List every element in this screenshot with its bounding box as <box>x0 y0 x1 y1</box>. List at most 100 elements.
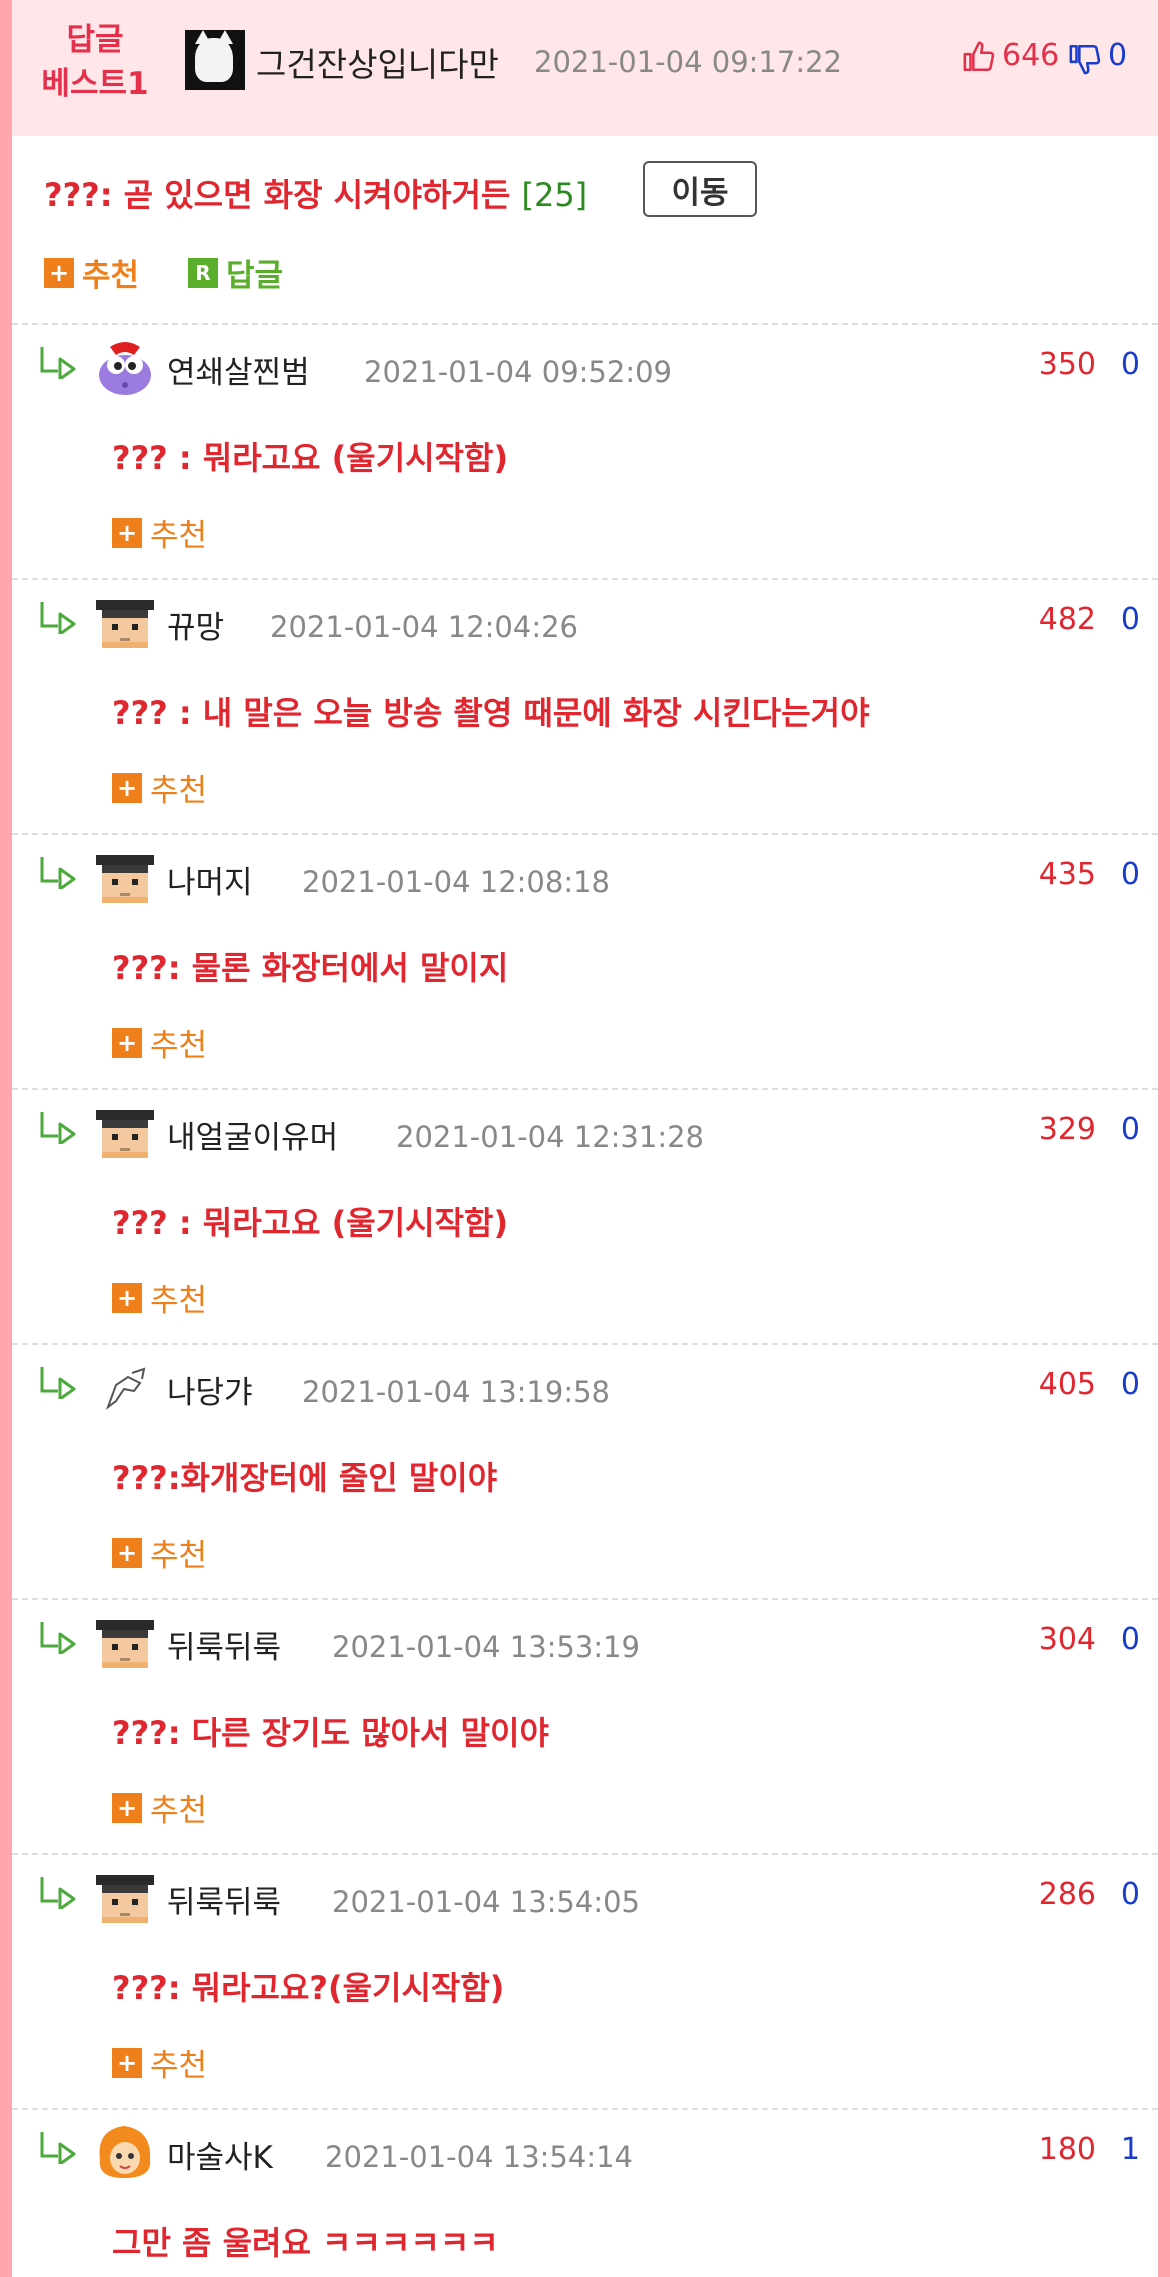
plus-icon: + <box>112 1792 142 1823</box>
comment-upvote-count: 329 <box>1038 1112 1096 1147</box>
cat-avatar[interactable] <box>185 30 245 90</box>
comment-downvote-count: 0 <box>1120 602 1140 637</box>
flame-hair-avatar[interactable] <box>94 2120 156 2182</box>
best-reply-header: 답글 베스트1 그건잔상입니다만 2021-01-04 09:17:22 646… <box>12 0 1158 136</box>
comment-text: ??? : 내 말은 오늘 방송 촬영 때문에 화장 시킨다는거야 <box>112 694 870 732</box>
comment-author[interactable]: 뒤룩뒤룩 <box>167 1877 281 1922</box>
upvote-count: 646 <box>1002 38 1060 73</box>
badge-line2: 베스트1 <box>41 66 149 102</box>
comment-item: 나머지 2021-01-04 12:08:18 435 0 ???: 물론 화장터에서 … <box>12 833 1158 1088</box>
graduate-avatar[interactable] <box>94 1610 156 1672</box>
reply-arrow-icon <box>40 347 76 379</box>
comment-downvote-count: 0 <box>1120 1622 1140 1657</box>
comment-text: ???:화개장터에 줄인 말이야 <box>112 1459 498 1497</box>
comment-upvote-count: 180 <box>1038 2132 1096 2167</box>
comment-item: 뒤룩뒤룩 2021-01-04 13:53:19 304 0 ???: 다른 장기도 많… <box>12 1598 1158 1853</box>
thumbs-down-icon[interactable] <box>1068 42 1102 76</box>
comment-date: 2021-01-04 13:54:14 <box>325 2140 633 2174</box>
comment-author[interactable]: 연쇄살찐범 <box>167 347 310 392</box>
plus-icon: + <box>112 1282 142 1313</box>
plus-icon: + <box>112 1537 142 1568</box>
plus-icon: + <box>112 517 142 548</box>
recommend-button[interactable]: + 추천 <box>44 250 139 295</box>
comment-downvote-count: 0 <box>1120 1877 1140 1912</box>
comment-recommend-button[interactable]: + 추천 <box>112 1275 207 1320</box>
comment-date: 2021-01-04 12:31:28 <box>396 1120 704 1154</box>
comment-item: 뀨망 2021-01-04 12:04:26 482 0 ??? : 내 말은 오늘 방… <box>12 578 1158 833</box>
reply-icon: R <box>188 257 218 288</box>
reply-arrow-icon <box>40 1877 76 1909</box>
purple-blob-avatar[interactable] <box>94 335 156 397</box>
comment-author[interactable]: 나머지 <box>167 857 253 902</box>
best-badge: 답글 베스트1 <box>40 18 150 106</box>
reply-arrow-icon <box>40 857 76 889</box>
reply-button[interactable]: R 답글 <box>188 250 283 295</box>
reply-arrow-icon <box>40 1367 76 1399</box>
comment-upvote-count: 482 <box>1038 602 1096 637</box>
author-name[interactable]: 그건잔상입니다만 <box>256 38 499 86</box>
comment-item: 뒤룩뒤룩 2021-01-04 13:54:05 286 0 ???: 뭐라고요?(울기… <box>12 1853 1158 2108</box>
comment-recommend-button[interactable]: + 추천 <box>112 1785 207 1830</box>
graduate-avatar[interactable] <box>94 590 156 652</box>
comment-date: 2021-01-04 13:54:05 <box>332 1885 640 1919</box>
plus-icon: + <box>44 257 74 288</box>
move-button[interactable]: 이동 <box>643 161 757 217</box>
comment-recommend-button[interactable]: + 추천 <box>112 510 207 555</box>
reply-arrow-icon <box>40 1112 76 1144</box>
recommend-label: 추천 <box>150 1538 208 1574</box>
comment-upvote-count: 286 <box>1038 1877 1096 1912</box>
graduate-avatar[interactable] <box>94 1100 156 1162</box>
graduate-avatar[interactable] <box>94 845 156 907</box>
reply-text: ???: 곧 있으면 화장 시켜야하거든 [25] <box>44 170 587 216</box>
comment-text: ???: 다른 장기도 많아서 말이야 <box>112 1714 549 1752</box>
comment-item: 연쇄살찐범 2021-01-04 09:52:09 350 0 ??? : 뭐라고요 (… <box>12 323 1158 578</box>
comment-downvote-count: 0 <box>1120 1112 1140 1147</box>
thumbs-up-icon[interactable] <box>962 40 996 74</box>
recommend-label: 추천 <box>150 773 208 809</box>
comment-recommend-button[interactable]: + 추천 <box>112 2040 207 2085</box>
recommend-label: 추천 <box>150 1283 208 1319</box>
comment-text: ??? : 뭐라고요 (울기시작함) <box>112 439 509 477</box>
reply-label: 답글 <box>226 258 284 294</box>
plus-icon: + <box>112 2047 142 2078</box>
recommend-label: 추천 <box>150 518 208 554</box>
comment-text: ???: 뭐라고요?(울기시작함) <box>112 1969 505 2007</box>
recommend-label: 추천 <box>150 1028 208 1064</box>
badge-line1: 답글 <box>66 22 124 58</box>
comment-downvote-count: 0 <box>1120 1367 1140 1402</box>
downvote-count: 0 <box>1108 38 1128 73</box>
plus-icon: + <box>112 772 142 803</box>
comment-date: 2021-01-04 13:53:19 <box>332 1630 640 1664</box>
plus-icon: + <box>112 1027 142 1058</box>
comment-recommend-button[interactable]: + 추천 <box>112 1530 207 1575</box>
comment-date: 2021-01-04 12:08:18 <box>302 865 610 899</box>
comment-text: ???: 물론 화장터에서 말이지 <box>112 949 509 987</box>
comment-author[interactable]: 뒤룩뒤룩 <box>167 1622 281 1667</box>
comment-item: 나당갸 2021-01-04 13:19:58 405 0 ???:화개장터에 줄인 말… <box>12 1343 1158 1598</box>
reply-text-body: ???: 곧 있으면 화장 시켜야하거든 <box>44 176 511 214</box>
comment-text: 그만 좀 울려요 ㅋㅋㅋㅋㅋㅋ <box>112 2224 499 2262</box>
comment-recommend-button[interactable]: + 추천 <box>112 1020 207 1065</box>
recommend-label: 추천 <box>150 1793 208 1829</box>
comment-upvote-count: 350 <box>1038 347 1096 382</box>
comment-text: ??? : 뭐라고요 (울기시작함) <box>112 1204 509 1242</box>
comment-author[interactable]: 뀨망 <box>167 602 224 647</box>
comment-upvote-count: 405 <box>1038 1367 1096 1402</box>
comment-downvote-count: 1 <box>1120 2132 1140 2167</box>
reply-arrow-icon <box>40 1622 76 1654</box>
recommend-label: 추천 <box>82 258 140 294</box>
comment-author[interactable]: 마술사K <box>167 2132 273 2177</box>
comment-upvote-count: 304 <box>1038 1622 1096 1657</box>
recommend-label: 추천 <box>150 2048 208 2084</box>
comment-author[interactable]: 나당갸 <box>167 1367 253 1412</box>
reply-arrow-icon <box>40 602 76 634</box>
comment-recommend-button[interactable]: + 추천 <box>112 765 207 810</box>
comment-date: 2021-01-04 13:19:58 <box>302 1375 610 1409</box>
sketch-avatar[interactable] <box>94 1355 156 1417</box>
comment-downvote-count: 0 <box>1120 857 1140 892</box>
comment-author[interactable]: 내얼굴이유머 <box>167 1112 338 1157</box>
comment-upvote-count: 435 <box>1038 857 1096 892</box>
graduate-avatar[interactable] <box>94 1865 156 1927</box>
post-date: 2021-01-04 09:17:22 <box>534 45 842 79</box>
comment-date: 2021-01-04 12:04:26 <box>270 610 578 644</box>
